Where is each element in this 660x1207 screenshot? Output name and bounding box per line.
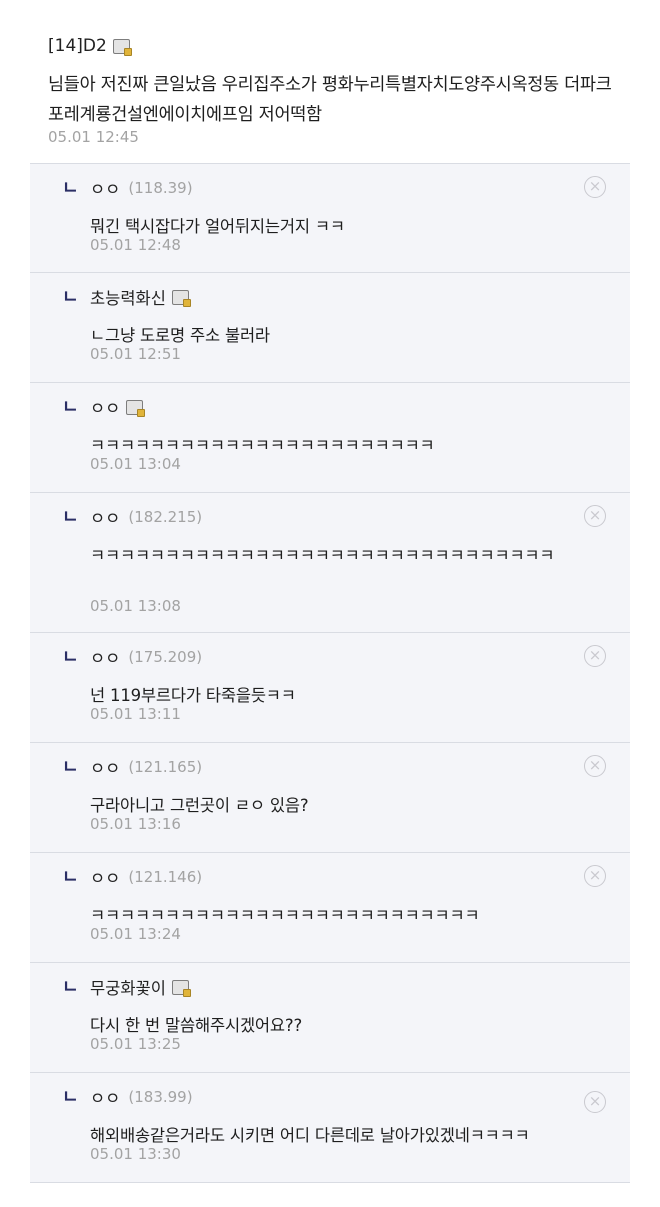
reply-item: ㄴ 무궁화꽃이 다시 한 번 말씀해주시겠어요?? 05.01 13:25: [30, 963, 630, 1073]
reply-author-name[interactable]: ㅇㅇ: [90, 395, 120, 419]
reply-author-name[interactable]: 초능력화신: [90, 285, 166, 309]
reply-author-ip: (183.99): [128, 1088, 193, 1106]
reply-timestamp: 05.01 12:48: [90, 236, 181, 254]
reply-timestamp: 05.01 13:30: [90, 1145, 181, 1163]
reply-author-name[interactable]: 무궁화꽃이: [90, 975, 166, 999]
reply-author-name[interactable]: ㅇㅇ: [90, 645, 120, 669]
reply-author: 초능력화신: [90, 285, 191, 309]
comment-body: 님들아 저진짜 큰일났음 우리집주소가 평화누리특별자치도양주시옥정동 더파크포…: [48, 75, 612, 125]
delete-reply-button[interactable]: ×: [584, 176, 606, 198]
reply-author: ㅇㅇ (121.165): [90, 755, 202, 779]
reply-author: ㅇㅇ: [90, 395, 146, 419]
comment-timestamp: 05.01 12:45: [48, 128, 139, 146]
reply-arrow-icon: ㄴ: [62, 647, 79, 668]
comment-author: [14]D2: [48, 36, 132, 56]
reply-arrow-icon: ㄴ: [62, 287, 79, 308]
reply-arrow-icon: ㄴ: [62, 178, 79, 199]
reply-author-ip: (182.215): [128, 508, 203, 526]
author-name[interactable]: [14]D2: [48, 36, 107, 56]
reply-author: ㅇㅇ (118.39): [90, 176, 193, 200]
reply-author-name[interactable]: ㅇㅇ: [90, 1085, 120, 1109]
reply-timestamp: 05.01 13:04: [90, 455, 181, 473]
reply-timestamp: 05.01 13:16: [90, 815, 181, 833]
memo-icon: [126, 399, 146, 417]
comment-thread: [14]D2 님들아 저진짜 큰일났음 우리집주소가 평화누리특별자치도양주시옥…: [30, 0, 630, 1183]
reply-arrow-icon: ㄴ: [62, 977, 79, 998]
delete-reply-button[interactable]: ×: [584, 865, 606, 887]
reply-author-ip: (121.146): [128, 868, 203, 886]
reply-arrow-icon: ㄴ: [62, 867, 79, 888]
delete-reply-button[interactable]: ×: [584, 645, 606, 667]
reply-author: 무궁화꽃이: [90, 975, 191, 999]
reply-item: ㄴ ㅇㅇ ㅋㅋㅋㅋㅋㅋㅋㅋㅋㅋㅋㅋㅋㅋㅋㅋㅋㅋㅋㅋㅋㅋㅋ 05.01 13:04: [30, 383, 630, 493]
original-comment: [14]D2 님들아 저진짜 큰일났음 우리집주소가 평화누리특별자치도양주시옥…: [30, 0, 630, 164]
reply-item: ㄴ ㅇㅇ (121.165) × 구라아니고 그런곳이 ㄹㅇ 있음? 05.01…: [30, 743, 630, 853]
reply-item: ㄴ ㅇㅇ (118.39) × 뭐긴 택시잡다가 얼어뒤지는거지 ㅋㅋ 05.0…: [30, 164, 630, 273]
reply-arrow-icon: ㄴ: [62, 397, 79, 418]
reply-author: ㅇㅇ (183.99): [90, 1085, 193, 1109]
reply-author-name[interactable]: ㅇㅇ: [90, 755, 120, 779]
reply-timestamp: 05.01 13:24: [90, 925, 181, 943]
reply-timestamp: 05.01 12:51: [90, 345, 181, 363]
reply-author-name[interactable]: ㅇㅇ: [90, 505, 120, 529]
reply-author: ㅇㅇ (121.146): [90, 865, 202, 889]
reply-author: ㅇㅇ (182.215): [90, 505, 202, 529]
reply-item: ㄴ ㅇㅇ (175.209) × 넌 119부르다가 타죽을듯ㅋㅋ 05.01 …: [30, 633, 630, 743]
reply-timestamp: 05.01 13:08: [90, 597, 181, 615]
reply-item: ㄴ ㅇㅇ (183.99) × 해외배송같은거라도 시키면 어디 다른데로 날아…: [30, 1073, 630, 1183]
delete-reply-button[interactable]: ×: [584, 505, 606, 527]
reply-arrow-icon: ㄴ: [62, 757, 79, 778]
reply-author-ip: (175.209): [128, 648, 203, 666]
reply-author-name[interactable]: ㅇㅇ: [90, 176, 120, 200]
reply-timestamp: 05.01 13:25: [90, 1035, 181, 1053]
reply-item: ㄴ 초능력화신 ㄴ그냥 도로명 주소 불러라 05.01 12:51: [30, 273, 630, 383]
reply-author-name[interactable]: ㅇㅇ: [90, 865, 120, 889]
delete-reply-button[interactable]: ×: [584, 1091, 606, 1113]
reply-author-ip: (121.165): [128, 758, 203, 776]
reply-item: ㄴ ㅇㅇ (182.215) × ㅋㅋㅋㅋㅋㅋㅋㅋㅋㅋㅋㅋㅋㅋㅋㅋㅋㅋㅋㅋㅋㅋㅋ…: [30, 493, 630, 633]
reply-timestamp: 05.01 13:11: [90, 705, 181, 723]
memo-icon: [171, 979, 191, 997]
memo-icon: [171, 289, 191, 307]
reply-author: ㅇㅇ (175.209): [90, 645, 202, 669]
reply-arrow-icon: ㄴ: [62, 1087, 79, 1108]
memo-icon: [112, 38, 132, 56]
reply-author-ip: (118.39): [128, 179, 193, 197]
reply-item: ㄴ ㅇㅇ (121.146) × ㅋㅋㅋㅋㅋㅋㅋㅋㅋㅋㅋㅋㅋㅋㅋㅋㅋㅋㅋㅋㅋㅋㅋ…: [30, 853, 630, 963]
delete-reply-button[interactable]: ×: [584, 755, 606, 777]
reply-arrow-icon: ㄴ: [62, 507, 79, 528]
reply-text: ㅋㅋㅋㅋㅋㅋㅋㅋㅋㅋㅋㅋㅋㅋㅋㅋㅋㅋㅋㅋㅋㅋㅋㅋㅋㅋㅋㅋㅋㅋㅋ: [90, 546, 555, 565]
